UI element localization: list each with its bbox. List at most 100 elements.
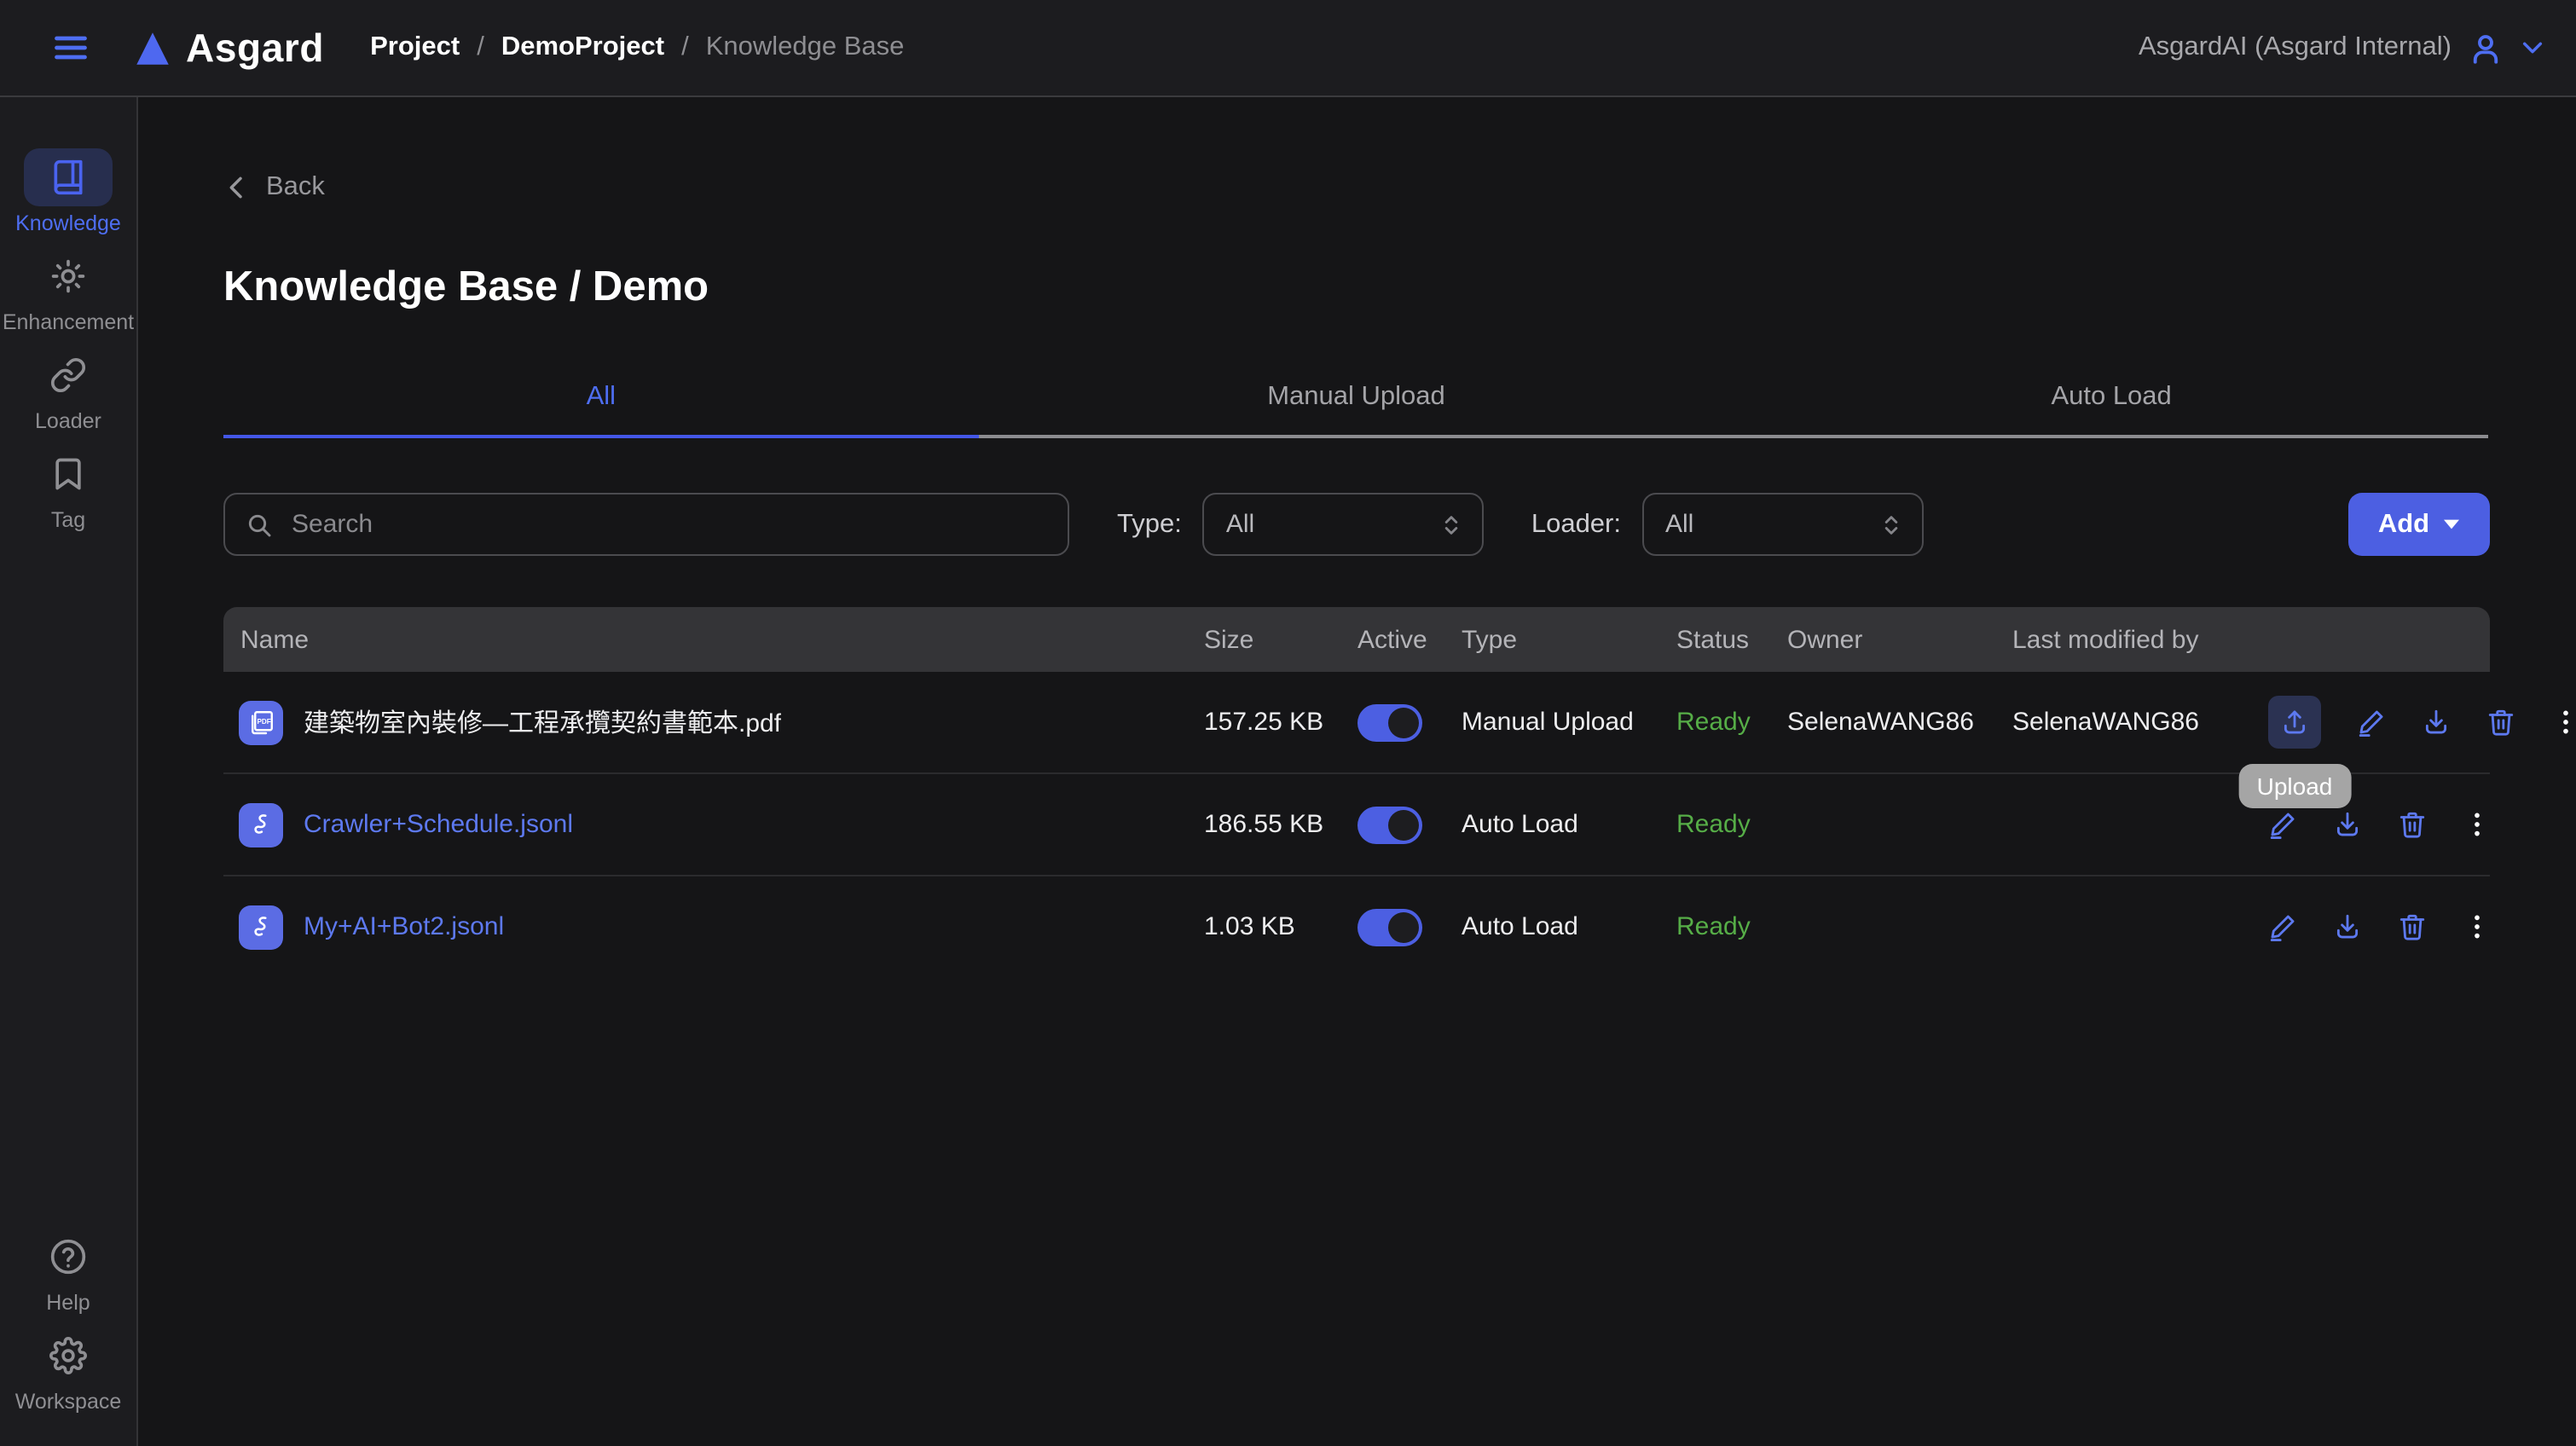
select-updown-icon — [1439, 512, 1463, 536]
type-select[interactable]: All — [1202, 493, 1484, 556]
bookmark-icon — [49, 455, 87, 493]
user-icon[interactable] — [2467, 30, 2503, 66]
app-root: Asgard Project/DemoProject/Knowledge Bas… — [0, 0, 2576, 1446]
add-button-label: Add — [2378, 509, 2429, 540]
sidebar-bottom: Help Workspace — [15, 1228, 122, 1426]
jsonl-file-icon — [246, 911, 276, 942]
trash-icon — [2398, 810, 2427, 839]
tab-all[interactable]: All — [223, 382, 979, 438]
sidebar-item-tag[interactable]: Tag — [3, 445, 134, 532]
asgard-logo-icon — [131, 26, 174, 69]
edit-button[interactable] — [2268, 810, 2297, 839]
delete-button[interactable] — [2398, 912, 2427, 941]
more-vertical-icon — [2551, 708, 2576, 737]
loader-filter-label: Loader: — [1531, 509, 1621, 540]
pdf-file-icon: PDF — [246, 707, 276, 737]
row-actions: Upload — [2268, 696, 2576, 749]
more-vertical-icon — [2463, 810, 2492, 839]
sidebar-item-help[interactable]: Help — [15, 1228, 122, 1315]
breadcrumb-item-project[interactable]: Project — [370, 32, 460, 63]
help-icon — [49, 1238, 87, 1275]
chevron-down-icon[interactable] — [2518, 34, 2545, 61]
file-name[interactable]: My+AI+Bot2.jsonl — [304, 912, 504, 941]
file-name: 建築物室內裝修—工程承攬契約書範本.pdf — [304, 704, 781, 740]
row-actions — [2268, 810, 2514, 839]
edit-button[interactable] — [2268, 912, 2297, 941]
file-size: 1.03 KB — [1204, 912, 1357, 941]
more-actions-button[interactable] — [2551, 708, 2576, 737]
svg-text:PDF: PDF — [258, 717, 271, 725]
column-header-owner: Owner — [1787, 625, 2012, 654]
jsonl-file-icon — [246, 809, 276, 840]
file-name[interactable]: Crawler+Schedule.jsonl — [304, 810, 573, 839]
owner: SelenaWANG86 — [1787, 708, 2012, 737]
back-label: Back — [266, 172, 325, 203]
file-type-badge: PDF — [239, 700, 283, 744]
loader-select-value: All — [1665, 510, 1693, 539]
edit-icon — [2357, 708, 2386, 737]
file-type-badge — [239, 802, 283, 847]
active-toggle[interactable] — [1357, 806, 1422, 843]
edit-icon — [2268, 810, 2297, 839]
download-button[interactable] — [2422, 708, 2451, 737]
delete-button[interactable] — [2398, 810, 2427, 839]
breadcrumb-item-knowledge-base: Knowledge Base — [706, 32, 905, 63]
file-size: 186.55 KB — [1204, 810, 1357, 839]
search-box — [223, 493, 1069, 556]
search-icon — [246, 511, 273, 538]
search-input[interactable] — [288, 508, 1047, 541]
column-header-status: Status — [1676, 625, 1787, 654]
more-actions-button[interactable] — [2463, 810, 2492, 839]
brand-name[interactable]: Asgard — [186, 25, 324, 71]
hamburger-menu-icon[interactable] — [49, 29, 92, 67]
back-button[interactable]: Back — [223, 172, 325, 203]
upload-icon — [2280, 708, 2309, 737]
link-icon — [49, 356, 87, 394]
type-filter-label: Type: — [1117, 509, 1182, 540]
table-row: Crawler+Schedule.jsonl 186.55 KB Auto Lo… — [223, 772, 2489, 875]
status-badge: Ready — [1676, 810, 1787, 839]
loader-select[interactable]: All — [1641, 493, 1923, 556]
more-actions-button[interactable] — [2463, 912, 2492, 941]
breadcrumb-item-demoproject[interactable]: DemoProject — [501, 32, 664, 63]
trash-icon — [2486, 708, 2515, 737]
book-icon — [49, 159, 87, 196]
column-header-type: Type — [1462, 625, 1676, 654]
sidebar-item-knowledge[interactable]: Knowledge — [3, 148, 134, 235]
main-area: Back Knowledge Base / Demo AllManual Upl… — [138, 97, 2576, 1446]
sidebar: Knowledge Enhancement Loader Tag Help Wo… — [0, 97, 138, 1446]
breadcrumb-separator: / — [477, 32, 484, 63]
top-bar: Asgard Project/DemoProject/Knowledge Bas… — [0, 0, 2576, 97]
account-name: AsgardAI (Asgard Internal) — [2139, 32, 2452, 63]
row-actions — [2268, 912, 2514, 941]
file-type-badge — [239, 905, 283, 949]
account-menu[interactable]: AsgardAI (Asgard Internal) — [2139, 30, 2545, 66]
table-row: My+AI+Bot2.jsonl 1.03 KB Auto Load Ready — [223, 875, 2489, 977]
status-badge: Ready — [1676, 708, 1787, 737]
tab-auto-load[interactable]: Auto Load — [1734, 382, 2489, 438]
gear-icon — [49, 1337, 87, 1374]
active-toggle[interactable] — [1357, 703, 1422, 741]
tab-manual-upload[interactable]: Manual Upload — [979, 382, 1734, 438]
upload-button[interactable]: Upload — [2268, 696, 2321, 749]
sidebar-top: Knowledge Enhancement Loader Tag — [3, 148, 134, 544]
edit-button[interactable] — [2357, 708, 2386, 737]
table-row: PDF 建築物室內裝修—工程承攬契約書範本.pdf 157.25 KB Manu… — [223, 672, 2489, 772]
sidebar-item-enhancement[interactable]: Enhancement — [3, 247, 134, 334]
sidebar-item-workspace[interactable]: Workspace — [15, 1327, 122, 1414]
column-header-size: Size — [1204, 625, 1357, 654]
delete-button[interactable] — [2486, 708, 2515, 737]
active-toggle[interactable] — [1357, 908, 1422, 946]
more-vertical-icon — [2463, 912, 2492, 941]
download-button[interactable] — [2333, 912, 2362, 941]
download-button[interactable] — [2333, 810, 2362, 839]
column-header-name: Name — [223, 625, 1204, 654]
page-title: Knowledge Base / Demo — [223, 264, 2489, 312]
column-header-last-modified-by: Last modified by — [2012, 625, 2268, 654]
sidebar-item-loader[interactable]: Loader — [3, 346, 134, 433]
add-button[interactable]: Add — [2347, 493, 2489, 556]
filter-bar: Type: All Loader: All — [223, 493, 2489, 556]
type-select-value: All — [1226, 510, 1254, 539]
trash-icon — [2398, 912, 2427, 941]
sun-icon — [49, 257, 87, 295]
